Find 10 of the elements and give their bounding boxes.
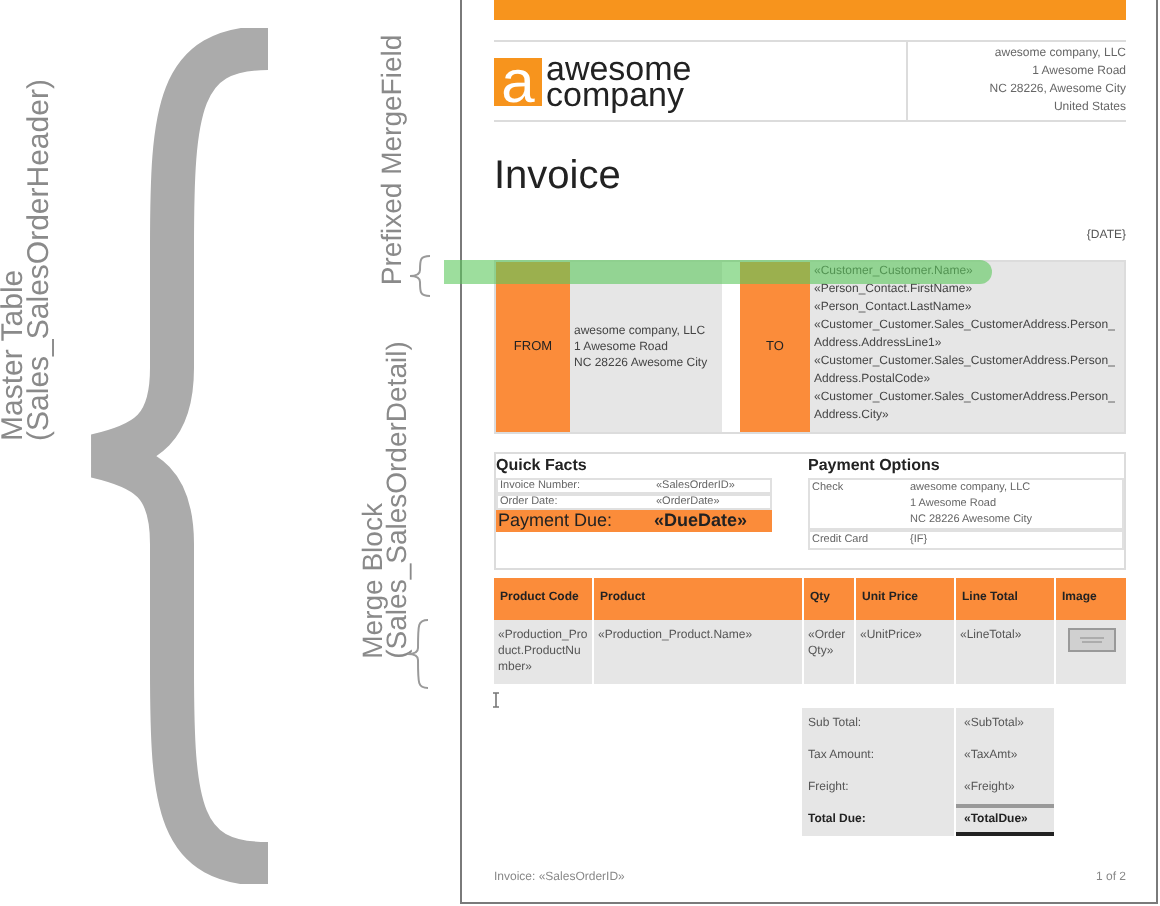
logo-text: awesome <box>546 55 692 81</box>
annotation-label: Merge Block (Sales_SalesOrderDetail) <box>360 341 408 659</box>
annotation-label: Master Table (Sales_SalesOrderHeader) <box>0 79 52 441</box>
annotation-label: Prefixed MergeField <box>379 34 405 286</box>
invoice-title: Invoice <box>494 152 621 202</box>
section-title: Quick Facts <box>496 454 589 478</box>
field-label: Payment Due: <box>496 507 615 534</box>
section-title: Payment Options <box>808 454 942 478</box>
logo-mark: a <box>494 57 542 105</box>
merge-field: «DueDate» <box>654 507 748 535</box>
